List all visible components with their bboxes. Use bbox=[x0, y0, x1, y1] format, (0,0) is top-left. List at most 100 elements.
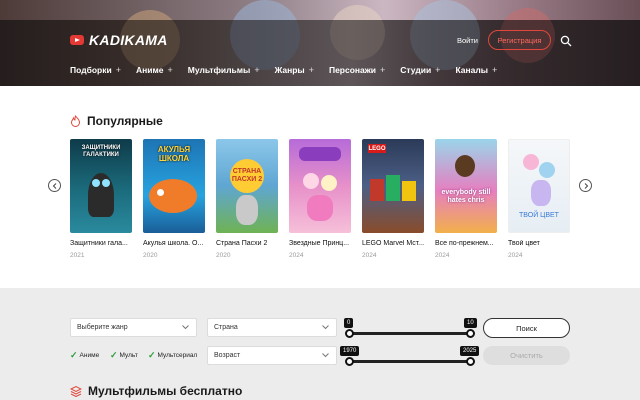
movie-poster: ТВОЙ ЦВЕТ bbox=[508, 139, 570, 233]
carousel-next-button[interactable] bbox=[579, 179, 592, 192]
movie-card[interactable]: АКУЛЬЯ ШКОЛА Акулья школа. О... 2020 bbox=[143, 139, 205, 259]
chevron-left-icon bbox=[52, 182, 56, 189]
movie-year: 2020 bbox=[143, 252, 158, 259]
age-select-value: Возраст bbox=[214, 352, 241, 359]
movie-title[interactable]: Все по-прежнем... bbox=[435, 240, 497, 247]
movie-year: 2020 bbox=[216, 252, 231, 259]
search-button[interactable]: Поиск bbox=[483, 318, 570, 338]
search-icon[interactable] bbox=[560, 34, 572, 47]
year-min-value: 1970 bbox=[340, 346, 360, 356]
movie-year: 2024 bbox=[435, 252, 450, 259]
plus-icon: + bbox=[380, 65, 386, 75]
rating-min-handle[interactable] bbox=[345, 329, 354, 338]
plus-icon: + bbox=[115, 65, 121, 75]
year-slider-track[interactable] bbox=[349, 360, 471, 363]
nav-item-label: Каналы bbox=[455, 65, 488, 75]
checkbox-label: Аниме bbox=[79, 352, 100, 359]
poster-title: ЗАЩИТНИКИ ГАЛАКТИКИ bbox=[81, 145, 121, 158]
movie-poster: АКУЛЬЯ ШКОЛА bbox=[143, 139, 205, 233]
nav-item-label: Аниме bbox=[135, 65, 164, 75]
free-section-title: Мультфильмы бесплатно bbox=[70, 384, 242, 398]
anime-checkbox[interactable]: ✓ Аниме bbox=[70, 350, 99, 361]
movie-poster: СТРАНА ПАСХИ 2 bbox=[216, 139, 278, 233]
movie-poster: LEGO bbox=[362, 139, 424, 233]
series-checkbox[interactable]: ✓ Мультсериал bbox=[148, 350, 197, 361]
checkbox-label: Мультсериал bbox=[157, 352, 198, 359]
rating-min-value: 0 bbox=[344, 318, 354, 328]
movie-card[interactable]: everybody still hates chris Все по-прежн… bbox=[435, 139, 497, 259]
nav-item-label: Жанры bbox=[274, 65, 305, 75]
poster-title: ТВОЙ ЦВЕТ bbox=[519, 212, 559, 219]
cartoon-checkbox[interactable]: ✓ Мульт bbox=[110, 350, 138, 361]
rating-max-value: 10 bbox=[464, 318, 477, 328]
movie-title[interactable]: Звездные Принц... bbox=[289, 240, 351, 247]
movie-card[interactable]: ТВОЙ ЦВЕТ Твой цвет 2024 bbox=[508, 139, 570, 259]
country-select-value: Страна bbox=[214, 324, 238, 331]
nav-item-characters[interactable]: Персонажи + bbox=[329, 65, 385, 75]
logo-text: KADIKAMA bbox=[89, 32, 168, 48]
movie-poster: ЗАЩИТНИКИ ГАЛАКТИКИ bbox=[70, 139, 132, 233]
nav-item-label: Студии bbox=[400, 65, 432, 75]
movie-poster: everybody still hates chris bbox=[435, 139, 497, 233]
nav-item-collections[interactable]: Подборки + bbox=[70, 65, 121, 75]
nav-item-label: Персонажи bbox=[328, 65, 377, 75]
chevron-down-icon bbox=[182, 324, 189, 332]
year-max-value: 2025 bbox=[460, 346, 480, 356]
rating-slider-track[interactable] bbox=[349, 332, 471, 335]
check-icon: ✓ bbox=[148, 350, 156, 360]
checkbox-label: Мульт bbox=[119, 352, 138, 359]
check-icon: ✓ bbox=[110, 350, 118, 360]
header-banner: KADIKAMA Войти Регистрация Подборки + Ани… bbox=[0, 0, 640, 86]
section-heading: Мультфильмы бесплатно bbox=[88, 384, 243, 398]
genre-select-value: Выберите жанр bbox=[77, 324, 128, 331]
popular-section-title: Популярные bbox=[70, 114, 163, 128]
movie-card[interactable]: СТРАНА ПАСХИ 2 Страна Пасхи 2 2020 bbox=[216, 139, 278, 259]
nav-item-cartoons[interactable]: Мультфильмы + bbox=[188, 65, 260, 75]
plus-icon: + bbox=[308, 65, 314, 75]
movie-title[interactable]: LEGO Marvel Мст... bbox=[362, 240, 424, 247]
stack-icon bbox=[70, 385, 82, 397]
nav-item-channels[interactable]: Каналы + bbox=[455, 65, 497, 75]
chevron-down-icon bbox=[322, 352, 329, 360]
nav-item-anime[interactable]: Аниме + bbox=[136, 65, 173, 75]
nav-item-label: Подборки bbox=[70, 65, 112, 75]
movie-card[interactable]: ЗАЩИТНИКИ ГАЛАКТИКИ Защитники гала... 20… bbox=[70, 139, 132, 259]
movie-year: 2024 bbox=[508, 252, 523, 259]
movie-card[interactable]: Звездные Принц... 2024 bbox=[289, 139, 351, 259]
movie-title[interactable]: Защитники гала... bbox=[70, 240, 132, 247]
movie-title[interactable]: Акулья школа. О... bbox=[143, 240, 205, 247]
movie-card[interactable]: LEGO LEGO Marvel Мст... 2024 bbox=[362, 139, 424, 259]
play-logo-icon bbox=[70, 35, 84, 45]
age-select[interactable]: Возраст bbox=[207, 346, 337, 365]
main-nav: Подборки + Аниме + Мультфильмы + Жанры + Пер… bbox=[70, 65, 512, 75]
login-link[interactable]: Войти bbox=[457, 36, 478, 45]
nav-item-studios[interactable]: Студии + bbox=[400, 65, 440, 75]
poster-title: everybody still hates chris bbox=[441, 189, 491, 204]
movie-title[interactable]: Страна Пасхи 2 bbox=[216, 240, 278, 247]
country-select[interactable]: Страна bbox=[207, 318, 337, 337]
year-max-handle[interactable] bbox=[466, 357, 475, 366]
movie-poster bbox=[289, 139, 351, 233]
movie-year: 2024 bbox=[289, 252, 304, 259]
clear-button[interactable]: Очистить bbox=[483, 346, 570, 365]
plus-icon: + bbox=[167, 65, 173, 75]
year-min-handle[interactable] bbox=[345, 357, 354, 366]
site-logo[interactable]: KADIKAMA bbox=[70, 32, 168, 48]
check-icon: ✓ bbox=[70, 350, 78, 360]
carousel-prev-button[interactable] bbox=[48, 179, 61, 192]
nav-item-genres[interactable]: Жанры + bbox=[275, 65, 314, 75]
chevron-right-icon bbox=[584, 182, 588, 189]
nav-item-label: Мультфильмы bbox=[187, 65, 251, 75]
poster-title: СТРАНА ПАСХИ 2 bbox=[230, 159, 264, 193]
fire-icon bbox=[70, 115, 81, 127]
rating-max-handle[interactable] bbox=[466, 329, 475, 338]
movie-year: 2024 bbox=[362, 252, 377, 259]
genre-select[interactable]: Выберите жанр bbox=[70, 318, 197, 337]
register-button[interactable]: Регистрация bbox=[488, 30, 551, 50]
movie-title[interactable]: Твой цвет bbox=[508, 240, 570, 247]
plus-icon: + bbox=[491, 65, 498, 75]
movie-year: 2021 bbox=[70, 252, 85, 259]
poster-title: АКУЛЬЯ ШКОЛА bbox=[157, 145, 191, 163]
chevron-down-icon bbox=[322, 324, 329, 332]
page-title: Популярные bbox=[87, 114, 163, 128]
